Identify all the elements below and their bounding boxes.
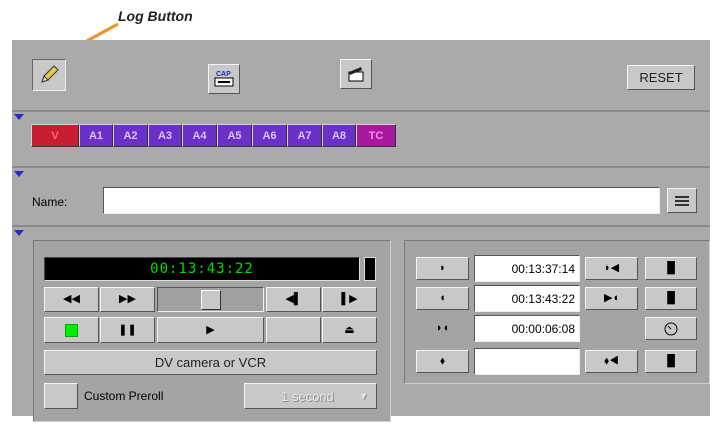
clear-in-icon: ▐▌ [663,262,679,274]
timecode-display: 00:13:43:22 [44,257,360,281]
track-a1-button[interactable]: A1 [79,124,113,147]
track-v-button[interactable]: V [31,124,79,147]
svg-text:CAP: CAP [216,71,231,78]
mark-in-timecode[interactable]: 00:13:37:14 [474,255,580,282]
preroll-value: 1 second [281,388,334,404]
mark-out-timecode[interactable]: 00:13:43:22 [474,285,580,312]
name-field[interactable] [103,187,660,214]
device-selector-button[interactable]: DV camera or VCR [44,350,377,375]
capture-mode-button[interactable]: CAP [208,64,240,94]
clear-marks-icon: ▐▌ [663,355,679,367]
separator [12,110,710,112]
eject-button[interactable]: ⏏ [322,317,377,343]
play-button[interactable]: ▶ [157,317,264,343]
track-a6-button[interactable]: A6 [252,124,287,147]
clapper-button[interactable] [340,59,372,89]
duration-timecode[interactable]: 00:00:06:08 [474,315,580,342]
pause-icon: ❚❚ [118,323,137,336]
reset-button[interactable]: RESET [627,65,695,90]
custom-preroll-label: Custom Preroll [84,389,164,403]
duration-indicator: ◗◖ [416,316,469,341]
play-icon: ▶ [206,323,215,336]
track-a4-button[interactable]: A4 [182,124,217,147]
go-to-in-icon: ◗◀ [603,262,620,274]
track-a7-button[interactable]: A7 [287,124,322,147]
name-label: Name: [32,195,68,209]
fast-forward-button[interactable]: ▶▶ [100,287,155,312]
track-a8-button[interactable]: A8 [322,124,356,147]
go-to-mark-button[interactable]: ⬧◀ [585,350,638,373]
cap-deck-icon: CAP [214,71,234,87]
step-back-button[interactable]: ◀▌ [266,287,321,312]
mark-in-icon: ◗ [439,262,446,274]
clear-out-icon: ▐▌ [663,292,679,304]
mark-out-icon: ◖ [439,292,446,304]
rewind-button[interactable]: ◀◀ [44,287,99,312]
duration-icon: ◗◖ [435,322,450,334]
track-a3-button[interactable]: A3 [148,124,182,147]
shuttle-thumb[interactable] [200,289,221,310]
pause-button[interactable]: ❚❚ [100,317,155,343]
track-a5-button[interactable]: A5 [217,124,252,147]
section-collapse-icon[interactable] [14,114,24,120]
timer-button[interactable] [645,317,697,340]
section-collapse-icon[interactable] [14,171,24,177]
clapperboard-icon [348,67,364,82]
section-collapse-icon[interactable] [14,230,24,236]
list-menu-icon [675,195,689,206]
track-a2-button[interactable]: A2 [113,124,148,147]
mark-clip-button[interactable]: ⬧ [416,350,469,373]
record-button[interactable] [44,317,99,343]
go-to-in-button[interactable]: ◗◀ [585,257,638,280]
preroll-dropdown[interactable]: 1 second ▼ [244,383,377,409]
separator [12,225,710,227]
step-forward-button[interactable]: ▌▶ [322,287,377,312]
name-menu-button[interactable] [667,188,697,213]
chevron-down-icon: ▼ [359,391,368,401]
extra-timecode[interactable] [474,348,580,375]
stop-button[interactable] [266,317,321,343]
step-back-icon: ◀▌ [285,293,302,305]
custom-preroll-checkbox[interactable] [44,383,78,409]
mark-clip-icon: ⬧ [440,355,445,367]
clear-marks-button[interactable]: ▐▌ [645,350,697,373]
record-indicator-icon [65,323,78,337]
fast-forward-icon: ▶▶ [119,293,136,305]
separator [12,166,710,168]
rewind-icon: ◀◀ [63,293,80,305]
log-button[interactable] [32,59,66,91]
pencil-icon [41,65,59,83]
clear-out-button[interactable]: ▐▌ [645,287,697,310]
track-selector: V A1 A2 A3 A4 A5 A6 A7 A8 TC [31,124,396,147]
clock-icon [664,322,678,335]
audio-meter [364,257,376,281]
go-to-mark-icon: ⬧◀ [604,355,619,367]
mark-in-button[interactable]: ◗ [416,257,469,280]
track-tc-button[interactable]: TC [356,124,396,147]
go-to-out-icon: ▶◖ [603,292,620,304]
go-to-out-button[interactable]: ▶◖ [585,287,638,310]
clear-in-button[interactable]: ▐▌ [645,257,697,280]
shuttle-slider[interactable] [157,287,264,312]
step-forward-icon: ▌▶ [341,293,358,305]
mark-out-button[interactable]: ◖ [416,287,469,310]
eject-icon: ⏏ [344,323,355,336]
